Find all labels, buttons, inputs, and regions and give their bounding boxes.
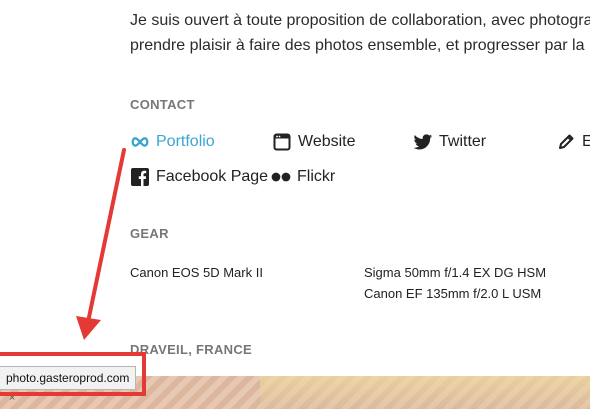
website-label: Website (298, 133, 356, 150)
intro-line-1: Je suis ouvert à toute proposition de co… (130, 12, 590, 29)
annotation-highlight-box (0, 352, 146, 396)
twitter-label: Twitter (439, 133, 487, 150)
intro-text: Je suis ouvert à toute proposition de co… (130, 8, 590, 58)
edit-label: E (582, 133, 590, 150)
twitter-bird-icon (413, 132, 433, 152)
facebook-link[interactable]: Facebook Page (130, 167, 268, 187)
annotation-arrow (76, 148, 126, 340)
portfolio-link[interactable]: Portfolio (130, 132, 215, 152)
facebook-icon (130, 167, 150, 187)
twitter-link[interactable]: Twitter (413, 132, 486, 152)
gear-camera-body: Canon EOS 5D Mark II (130, 265, 263, 280)
portfolio-label: Portfolio (156, 133, 215, 150)
infinity-icon (130, 132, 150, 152)
gear-section-title: GEAR (130, 226, 169, 241)
browser-window-icon (272, 132, 292, 152)
flickr-dots-icon (271, 167, 291, 187)
website-link[interactable]: Website (272, 132, 356, 152)
location-section-title: DRAVEIL, FRANCE (130, 342, 252, 357)
facebook-label: Facebook Page (156, 168, 269, 185)
intro-line-2: prendre plaisir à faire des photos ensem… (130, 37, 585, 54)
flickr-label: Flickr (297, 168, 336, 185)
contact-section-title: CONTACT (130, 97, 195, 112)
pencil-icon (556, 132, 576, 152)
gear-lens-item: Canon EF 135mm f/2.0 L USM (364, 286, 542, 301)
map-road (260, 376, 590, 409)
edit-link[interactable]: E (556, 132, 590, 152)
flickr-link[interactable]: Flickr (271, 167, 335, 187)
gear-lens-item: Sigma 50mm f/1.4 EX DG HSM (364, 265, 547, 280)
